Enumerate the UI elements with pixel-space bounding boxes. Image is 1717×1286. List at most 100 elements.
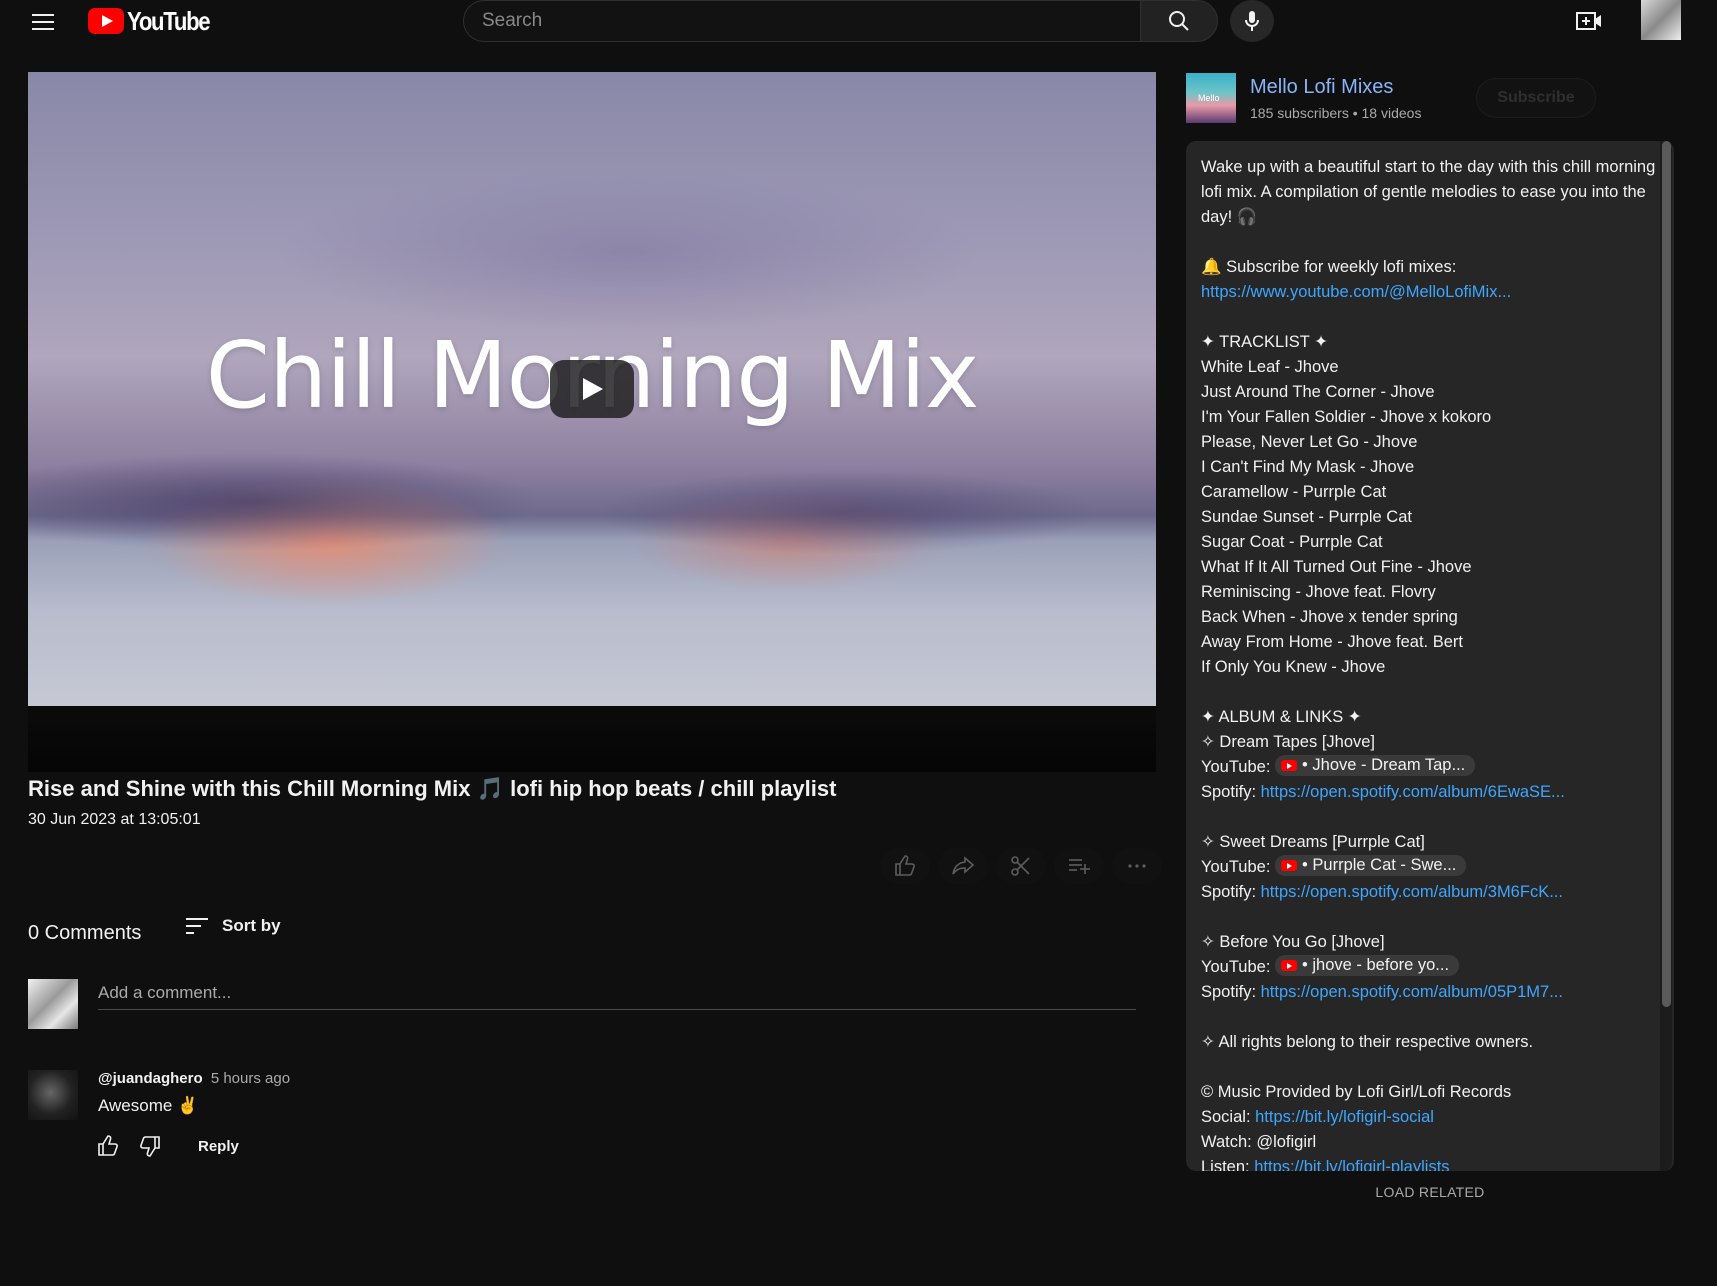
album-name: ✧ Sweet Dreams [Purrple Cat]: [1201, 833, 1425, 851]
add-comment-input[interactable]: [98, 976, 1136, 1010]
youtube-label: YouTube:: [1201, 758, 1271, 776]
channel-link[interactable]: https://www.youtube.com/@MelloLofiMix...: [1201, 283, 1511, 301]
spotify-link[interactable]: https://open.spotify.com/album/05P1M7...: [1261, 983, 1563, 1001]
spotify-link[interactable]: https://open.spotify.com/album/3M6FcK...: [1261, 883, 1563, 901]
chip-label: • Jhove - Dream Tap...: [1302, 756, 1466, 774]
user-avatar: [28, 979, 78, 1029]
youtube-label: YouTube:: [1201, 958, 1271, 976]
search-button[interactable]: [1140, 0, 1218, 42]
social-link[interactable]: https://bit.ly/lofigirl-social: [1255, 1108, 1434, 1126]
reply-button[interactable]: Reply: [198, 1138, 239, 1155]
account-avatar[interactable]: [1641, 0, 1681, 40]
track-item: Caramellow - Purrple Cat: [1201, 483, 1387, 501]
menu-icon[interactable]: [28, 10, 58, 34]
search-input[interactable]: [463, 0, 1140, 42]
albums-header: ✦ ALBUM & LINKS ✦: [1201, 708, 1362, 726]
album-youtube-line: YouTube: • Purrple Cat - Swe...: [1201, 855, 1661, 880]
rights-line: ✧ All rights belong to their respective …: [1201, 1033, 1534, 1051]
comment-actions: Reply: [94, 1132, 239, 1160]
search-bar: [463, 0, 1218, 42]
tracklist-header: ✦ TRACKLIST ✦: [1201, 333, 1328, 351]
spotify-label: Spotify:: [1201, 883, 1257, 901]
chip-label: • jhove - before yo...: [1302, 956, 1450, 974]
youtube-logo[interactable]: YouTube: [88, 5, 224, 36]
listen-link[interactable]: https://bit.ly/lofigirl-playlists: [1254, 1158, 1449, 1171]
chip-label: • Purrple Cat - Swe...: [1302, 856, 1457, 874]
channel-name[interactable]: Mello Lofi Mixes: [1250, 76, 1393, 99]
logo-text: YouTube: [127, 5, 211, 36]
comment-dislike-button[interactable]: [136, 1132, 164, 1160]
description-panel: Wake up with a beautiful start to the da…: [1186, 141, 1674, 1171]
listen-line: Listen: https://bit.ly/lofigirl-playlist…: [1201, 1155, 1661, 1171]
video-player[interactable]: Chill Morning Mix: [28, 72, 1156, 772]
track-item: What If It All Turned Out Fine - Jhove: [1201, 558, 1472, 576]
track-item: Sundae Sunset - Purrple Cat: [1201, 508, 1412, 526]
play-button[interactable]: [550, 360, 634, 418]
subscribe-button[interactable]: Subscribe: [1476, 78, 1596, 118]
spotify-label: Spotify:: [1201, 983, 1257, 1001]
description-scrollbar-thumb[interactable]: [1662, 141, 1671, 1007]
watch-line: Watch: @lofigirl: [1201, 1133, 1317, 1151]
track-item: White Leaf - Jhove: [1201, 358, 1339, 376]
comment-author-avatar[interactable]: [28, 1070, 78, 1120]
like-button[interactable]: [880, 848, 930, 884]
subscribe-line: 🔔 Subscribe for weekly lofi mixes:: [1201, 258, 1457, 276]
voice-search-button[interactable]: [1230, 0, 1274, 42]
social-line: Social: https://bit.ly/lofigirl-social: [1201, 1105, 1661, 1130]
more-icon: [1128, 864, 1146, 868]
save-button[interactable]: [1054, 848, 1104, 884]
channel-meta: 185 subscribers • 18 videos: [1250, 105, 1422, 121]
thumbs-down-icon: [140, 1136, 160, 1157]
album-name: ✧ Dream Tapes [Jhove]: [1201, 733, 1376, 751]
load-related-button[interactable]: LOAD RELATED: [1186, 1184, 1674, 1200]
clip-icon: [1011, 856, 1030, 876]
spotify-link[interactable]: https://open.spotify.com/album/6EwaSE...: [1261, 783, 1565, 801]
comments-count: 0 Comments: [28, 922, 142, 944]
album-spotify-line: Spotify: https://open.spotify.com/album/…: [1201, 980, 1661, 1005]
sort-by-button[interactable]: Sort by: [184, 915, 281, 937]
youtube-logo-icon: [88, 8, 124, 34]
sort-by-label: Sort by: [222, 916, 281, 935]
video-thumbnail[interactable]: Chill Morning Mix: [28, 72, 1156, 706]
track-item: Reminiscing - Jhove feat. Flovry: [1201, 583, 1436, 601]
player-controls-bar[interactable]: [28, 706, 1156, 772]
spotify-label: Spotify:: [1201, 783, 1257, 801]
comment-like-button[interactable]: [94, 1132, 122, 1160]
video-title: Rise and Shine with this Chill Morning M…: [28, 776, 837, 801]
description-intro: Wake up with a beautiful start to the da…: [1201, 158, 1656, 226]
track-item: If Only You Knew - Jhove: [1201, 658, 1386, 676]
create-button[interactable]: [1572, 6, 1606, 36]
youtube-mini-icon: [1281, 860, 1298, 871]
track-item: Back When - Jhove x tender spring: [1201, 608, 1458, 626]
youtube-video-chip[interactable]: • Purrple Cat - Swe...: [1275, 855, 1467, 876]
share-icon: [952, 856, 975, 875]
album-spotify-line: Spotify: https://open.spotify.com/album/…: [1201, 780, 1661, 805]
youtube-mini-icon: [1281, 960, 1298, 971]
top-bar: YouTube: [0, 0, 1717, 44]
track-item: Sugar Coat - Purrple Cat: [1201, 533, 1383, 551]
comment-time[interactable]: 5 hours ago: [211, 1070, 290, 1087]
track-item: Please, Never Let Go - Jhove: [1201, 433, 1418, 451]
save-icon: [1069, 859, 1090, 874]
comment-author[interactable]: @juandaghero: [98, 1070, 203, 1087]
comment-text: Awesome ✌️: [98, 1096, 199, 1115]
youtube-label: YouTube:: [1201, 858, 1271, 876]
youtube-video-chip[interactable]: • jhove - before yo...: [1275, 955, 1460, 976]
track-item: I Can't Find My Mask - Jhove: [1201, 458, 1415, 476]
tracklist: White Leaf - Jhove Just Around The Corne…: [1201, 355, 1661, 680]
channel-avatar-text: Mello: [1198, 93, 1220, 103]
comment-header: @juandaghero 5 hours ago: [98, 1070, 290, 1087]
youtube-video-chip[interactable]: • Jhove - Dream Tap...: [1275, 755, 1476, 776]
channel-avatar[interactable]: Mello: [1186, 73, 1236, 123]
video-date: 30 Jun 2023 at 13:05:01: [28, 811, 201, 828]
clip-button[interactable]: [996, 848, 1046, 884]
track-item: I'm Your Fallen Soldier - Jhove x kokoro: [1201, 408, 1492, 426]
credits-line: © Music Provided by Lofi Girl/Lofi Recor…: [1201, 1083, 1512, 1101]
thumbs-up-icon: [98, 1135, 118, 1156]
share-button[interactable]: [938, 848, 988, 884]
album-youtube-line: YouTube: • jhove - before yo...: [1201, 955, 1661, 980]
create-video-icon: [1576, 12, 1601, 30]
like-icon: [895, 855, 915, 876]
track-item: Just Around The Corner - Jhove: [1201, 383, 1435, 401]
more-button[interactable]: [1112, 848, 1162, 884]
